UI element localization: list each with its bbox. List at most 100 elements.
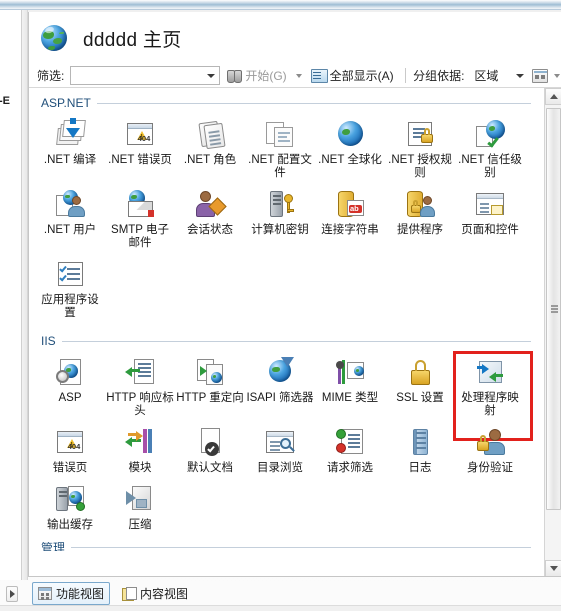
scroll-up-icon[interactable] [545,88,561,105]
error-pages-icon: 404 [54,426,86,458]
request-filtering-icon [334,426,366,458]
start-dropdown-arrow-icon[interactable] [295,73,302,78]
feature-tile-label: .NET 全球化 [318,154,382,166]
show-all-button[interactable]: 全部显示(A) [308,66,397,85]
feature-tile[interactable]: 计算机密钥 [245,186,315,256]
feature-tile-label: 会话状态 [187,224,233,236]
feature-tile-label: HTTP 响应标头 [106,392,174,417]
features-view-icon [38,586,52,600]
feature-tile[interactable]: SMTP 电子邮件 [105,186,175,256]
feature-tile[interactable]: .NET 全球化 [315,116,385,186]
http-response-headers-icon [124,356,156,388]
feature-tile[interactable]: 模块 [105,424,175,481]
globe-icon [41,25,67,51]
vertical-scrollbar[interactable] [544,88,561,576]
features-view-panel: ddddd 主页 筛选: 开始(G) 全部显示(A) 分组依据: 区域 ASP.… [28,12,561,577]
feature-tile[interactable]: 页面和控件 [455,186,525,256]
feature-tile[interactable]: .NET 信任级别 [455,116,525,186]
feature-tile-grid: .NET 编译 404 .NET 错误页 .NET 角色 .NET 配置文件 .N… [29,112,541,326]
feature-tile[interactable]: 日志 [385,424,455,481]
feature-tile-label: .NET 信任级别 [458,154,522,179]
feature-tile-label: .NET 编译 [43,154,97,166]
feature-tile[interactable]: 处理程序映射 [453,351,533,441]
net-roles-icon [194,118,226,150]
feature-tile-grid: ASP HTTP 响应标头 HTTP 重定向 ISAPI 筛选器 MIME 类型… [29,350,541,538]
net-globalization-icon [334,118,366,150]
feature-tile-label: .NET 授权规则 [388,154,452,179]
feature-tile-label: .NET 配置文件 [248,154,312,179]
feature-tile[interactable]: HTTP 重定向 [175,354,245,424]
group-header: ASP.NET [29,92,541,112]
view-tab[interactable]: 内容视图 [116,582,194,605]
feature-tile[interactable]: 身份验证 [455,424,525,481]
clipped-group-title: 管理 [41,542,66,551]
tree-node-partial-label: N-E [0,95,10,107]
feature-tile[interactable]: HTTP 响应标头 [105,354,175,424]
filter-label: 筛选: [37,69,65,83]
view-mode-icon[interactable] [532,68,548,83]
feature-tile[interactable]: .NET 配置文件 [245,116,315,186]
status-bar [0,605,561,611]
group-by-dropdown-arrow-icon[interactable] [512,67,528,84]
feature-tile[interactable]: .NET 角色 [175,116,245,186]
default-document-icon [194,426,226,458]
start-button[interactable]: 开始(G) [224,66,289,85]
group-by-value[interactable]: 区域 [468,67,508,84]
view-mode-dropdown-arrow-icon[interactable] [554,73,560,78]
feature-tile[interactable]: ASP [35,354,105,424]
directory-browsing-icon [264,426,296,458]
feature-tile-label: 模块 [128,462,152,474]
feature-tile[interactable]: ab 连接字符串 [315,186,385,256]
connection-strings-icon: ab [334,188,366,220]
feature-tile[interactable]: SSL 设置 [385,354,455,424]
filter-combo[interactable] [70,66,221,85]
features-scroll-area: ASP.NET .NET 编译 404 .NET 错误页 .NET 角色 .NET… [29,88,561,576]
net-profile-icon [264,118,296,150]
feature-tile[interactable]: 会话状态 [175,186,245,256]
feature-tile[interactable]: 应用程序设置 [35,256,105,326]
feature-tile[interactable]: 404 .NET 错误页 [105,116,175,186]
session-state-icon [194,188,227,220]
feature-tile-label: .NET 角色 [183,154,237,166]
feature-tile[interactable]: 提供程序 [385,186,455,256]
feature-tile[interactable]: 请求筛选 [315,424,385,481]
net-users-icon [54,188,86,220]
feature-tile-label: .NET 错误页 [108,154,172,166]
filter-dropdown-arrow-icon[interactable] [203,67,219,84]
group-title: IIS [41,334,56,348]
feature-tile-label: 计算机密钥 [251,224,309,236]
feature-tile[interactable]: .NET 编译 [35,116,105,186]
view-tab[interactable]: 功能视图 [32,581,111,605]
expand-panel-button[interactable] [6,586,18,602]
feature-tile-label: 错误页 [52,462,88,474]
show-all-icon [310,69,328,83]
scrollbar-thumb[interactable] [546,108,561,510]
asp-icon [54,356,86,388]
feature-group: ASP.NET .NET 编译 404 .NET 错误页 .NET 角色 .NET… [29,92,541,330]
feature-tile[interactable]: 目录浏览 [245,424,315,481]
scroll-down-icon[interactable] [545,560,561,576]
feature-tile[interactable]: MIME 类型 [315,354,385,424]
window-title-strip [0,0,561,10]
feature-tile[interactable]: .NET 用户 [35,186,105,256]
logging-icon [404,426,436,458]
feature-tile[interactable]: .NET 授权规则 [385,116,455,186]
feature-tile[interactable]: 404 错误页 [35,424,105,481]
connections-tree-sliver[interactable]: N-E [0,10,22,580]
isapi-filters-icon [264,356,296,388]
net-compilation-icon [54,118,86,150]
group-title: ASP.NET [41,96,91,110]
feature-tile[interactable]: 输出缓存 [35,481,105,538]
feature-tile-label: 输出缓存 [47,519,93,531]
feature-tile-label: SSL 设置 [396,392,444,404]
feature-group: IIS ASP HTTP 响应标头 HTTP 重定向 ISAPI 筛选器 MIM… [29,330,541,542]
feature-tile[interactable]: ISAPI 筛选器 [245,354,315,424]
scrollbar-grip [551,305,558,307]
show-all-label: 全部显示(A) [329,69,394,83]
feature-tile[interactable]: 默认文档 [175,424,245,481]
feature-tile-label: 连接字符串 [321,224,379,236]
feature-tile[interactable]: 压缩 [105,481,175,538]
feature-tile-label: 提供程序 [397,224,443,236]
group-rule [96,102,531,104]
filter-input[interactable] [71,68,204,83]
